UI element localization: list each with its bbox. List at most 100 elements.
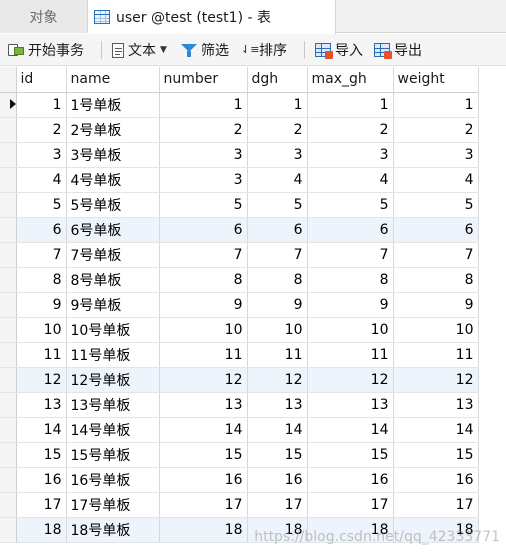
cell-weight[interactable]: 12 (393, 367, 479, 393)
cell-name[interactable]: 3号单板 (66, 142, 160, 168)
cell-dgh[interactable]: 6 (247, 217, 308, 243)
cell-number[interactable]: 9 (159, 292, 248, 318)
cell-dgh[interactable]: 7 (247, 242, 308, 268)
cell-name[interactable]: 2号单板 (66, 117, 160, 143)
cell-max-gh[interactable]: 17 (307, 492, 394, 518)
cell-dgh[interactable]: 17 (247, 492, 308, 518)
cell-dgh[interactable]: 5 (247, 192, 308, 218)
cell-weight[interactable]: 16 (393, 467, 479, 493)
cell-dgh[interactable]: 2 (247, 117, 308, 143)
cell-name[interactable]: 11号单板 (66, 342, 160, 368)
cell-weight[interactable]: 3 (393, 142, 479, 168)
row-selector[interactable] (0, 467, 17, 493)
cell-max-gh[interactable]: 13 (307, 392, 394, 418)
cell-max-gh[interactable]: 9 (307, 292, 394, 318)
table-row[interactable]: 2 2号单板 2 2 2 2 (0, 117, 479, 143)
cell-weight[interactable]: 10 (393, 317, 479, 343)
cell-id[interactable]: 6 (16, 217, 67, 243)
export-button[interactable]: 导出 (374, 34, 422, 66)
cell-dgh[interactable]: 9 (247, 292, 308, 318)
cell-dgh[interactable]: 11 (247, 342, 308, 368)
table-row[interactable]: 9 9号单板 9 9 9 9 (0, 292, 479, 318)
table-row[interactable]: 17 17号单板 17 17 17 17 (0, 492, 479, 518)
cell-number[interactable]: 10 (159, 317, 248, 343)
cell-dgh[interactable]: 10 (247, 317, 308, 343)
cell-number[interactable]: 14 (159, 417, 248, 443)
cell-weight[interactable]: 6 (393, 217, 479, 243)
row-selector[interactable] (0, 342, 17, 368)
cell-name[interactable]: 10号单板 (66, 317, 160, 343)
cell-dgh[interactable]: 14 (247, 417, 308, 443)
cell-dgh[interactable]: 12 (247, 367, 308, 393)
row-selector[interactable] (0, 417, 17, 443)
cell-number[interactable]: 18 (159, 517, 248, 543)
tab-user-table[interactable]: user @test (test1) - 表 (88, 0, 336, 34)
text-button[interactable]: 文本 ▼ (112, 34, 167, 66)
cell-number[interactable]: 8 (159, 267, 248, 293)
cell-number[interactable]: 12 (159, 367, 248, 393)
tab-objects[interactable]: 对象 (0, 0, 88, 33)
column-header-dgh[interactable]: dgh (247, 67, 308, 93)
cell-id[interactable]: 12 (16, 367, 67, 393)
cell-name[interactable]: 14号单板 (66, 417, 160, 443)
row-selector[interactable] (0, 292, 17, 318)
row-selector[interactable] (0, 92, 17, 118)
filter-button[interactable]: 筛选 (181, 34, 229, 66)
row-selector[interactable] (0, 317, 17, 343)
cell-dgh[interactable]: 4 (247, 167, 308, 193)
cell-name[interactable]: 17号单板 (66, 492, 160, 518)
table-row[interactable]: 12 12号单板 12 12 12 12 (0, 367, 479, 393)
table-row[interactable]: 8 8号单板 8 8 8 8 (0, 267, 479, 293)
cell-number[interactable]: 17 (159, 492, 248, 518)
cell-dgh[interactable]: 16 (247, 467, 308, 493)
row-selector[interactable] (0, 442, 17, 468)
cell-weight[interactable]: 2 (393, 117, 479, 143)
table-row[interactable]: 1 1号单板 1 1 1 1 (0, 92, 479, 118)
row-selector[interactable] (0, 492, 17, 518)
cell-dgh[interactable]: 8 (247, 267, 308, 293)
cell-weight[interactable]: 14 (393, 417, 479, 443)
cell-id[interactable]: 18 (16, 517, 67, 543)
row-selector[interactable] (0, 217, 17, 243)
cell-max-gh[interactable]: 3 (307, 142, 394, 168)
cell-max-gh[interactable]: 11 (307, 342, 394, 368)
cell-number[interactable]: 16 (159, 467, 248, 493)
row-selector[interactable] (0, 392, 17, 418)
cell-name[interactable]: 12号单板 (66, 367, 160, 393)
cell-weight[interactable]: 13 (393, 392, 479, 418)
cell-weight[interactable]: 7 (393, 242, 479, 268)
cell-weight[interactable]: 1 (393, 92, 479, 118)
cell-id[interactable]: 11 (16, 342, 67, 368)
cell-id[interactable]: 10 (16, 317, 67, 343)
cell-max-gh[interactable]: 15 (307, 442, 394, 468)
row-selector[interactable] (0, 192, 17, 218)
cell-id[interactable]: 13 (16, 392, 67, 418)
table-row[interactable]: 5 5号单板 5 5 5 5 (0, 192, 479, 218)
cell-number[interactable]: 1 (159, 92, 248, 118)
cell-number[interactable]: 2 (159, 117, 248, 143)
cell-max-gh[interactable]: 1 (307, 92, 394, 118)
cell-weight[interactable]: 15 (393, 442, 479, 468)
cell-max-gh[interactable]: 14 (307, 417, 394, 443)
cell-id[interactable]: 4 (16, 167, 67, 193)
cell-id[interactable]: 1 (16, 92, 67, 118)
import-button[interactable]: 导入 (315, 34, 363, 66)
cell-weight[interactable]: 5 (393, 192, 479, 218)
cell-number[interactable]: 5 (159, 192, 248, 218)
cell-dgh[interactable]: 3 (247, 142, 308, 168)
cell-number[interactable]: 7 (159, 242, 248, 268)
cell-name[interactable]: 1号单板 (66, 92, 160, 118)
table-row[interactable]: 15 15号单板 15 15 15 15 (0, 442, 479, 468)
table-row[interactable]: 10 10号单板 10 10 10 10 (0, 317, 479, 343)
cell-name[interactable]: 13号单板 (66, 392, 160, 418)
cell-number[interactable]: 15 (159, 442, 248, 468)
cell-max-gh[interactable]: 2 (307, 117, 394, 143)
cell-id[interactable]: 14 (16, 417, 67, 443)
cell-max-gh[interactable]: 10 (307, 317, 394, 343)
cell-id[interactable]: 8 (16, 267, 67, 293)
row-selector[interactable] (0, 167, 17, 193)
cell-number[interactable]: 11 (159, 342, 248, 368)
row-selector[interactable] (0, 367, 17, 393)
table-row[interactable]: 7 7号单板 7 7 7 7 (0, 242, 479, 268)
cell-name[interactable]: 8号单板 (66, 267, 160, 293)
